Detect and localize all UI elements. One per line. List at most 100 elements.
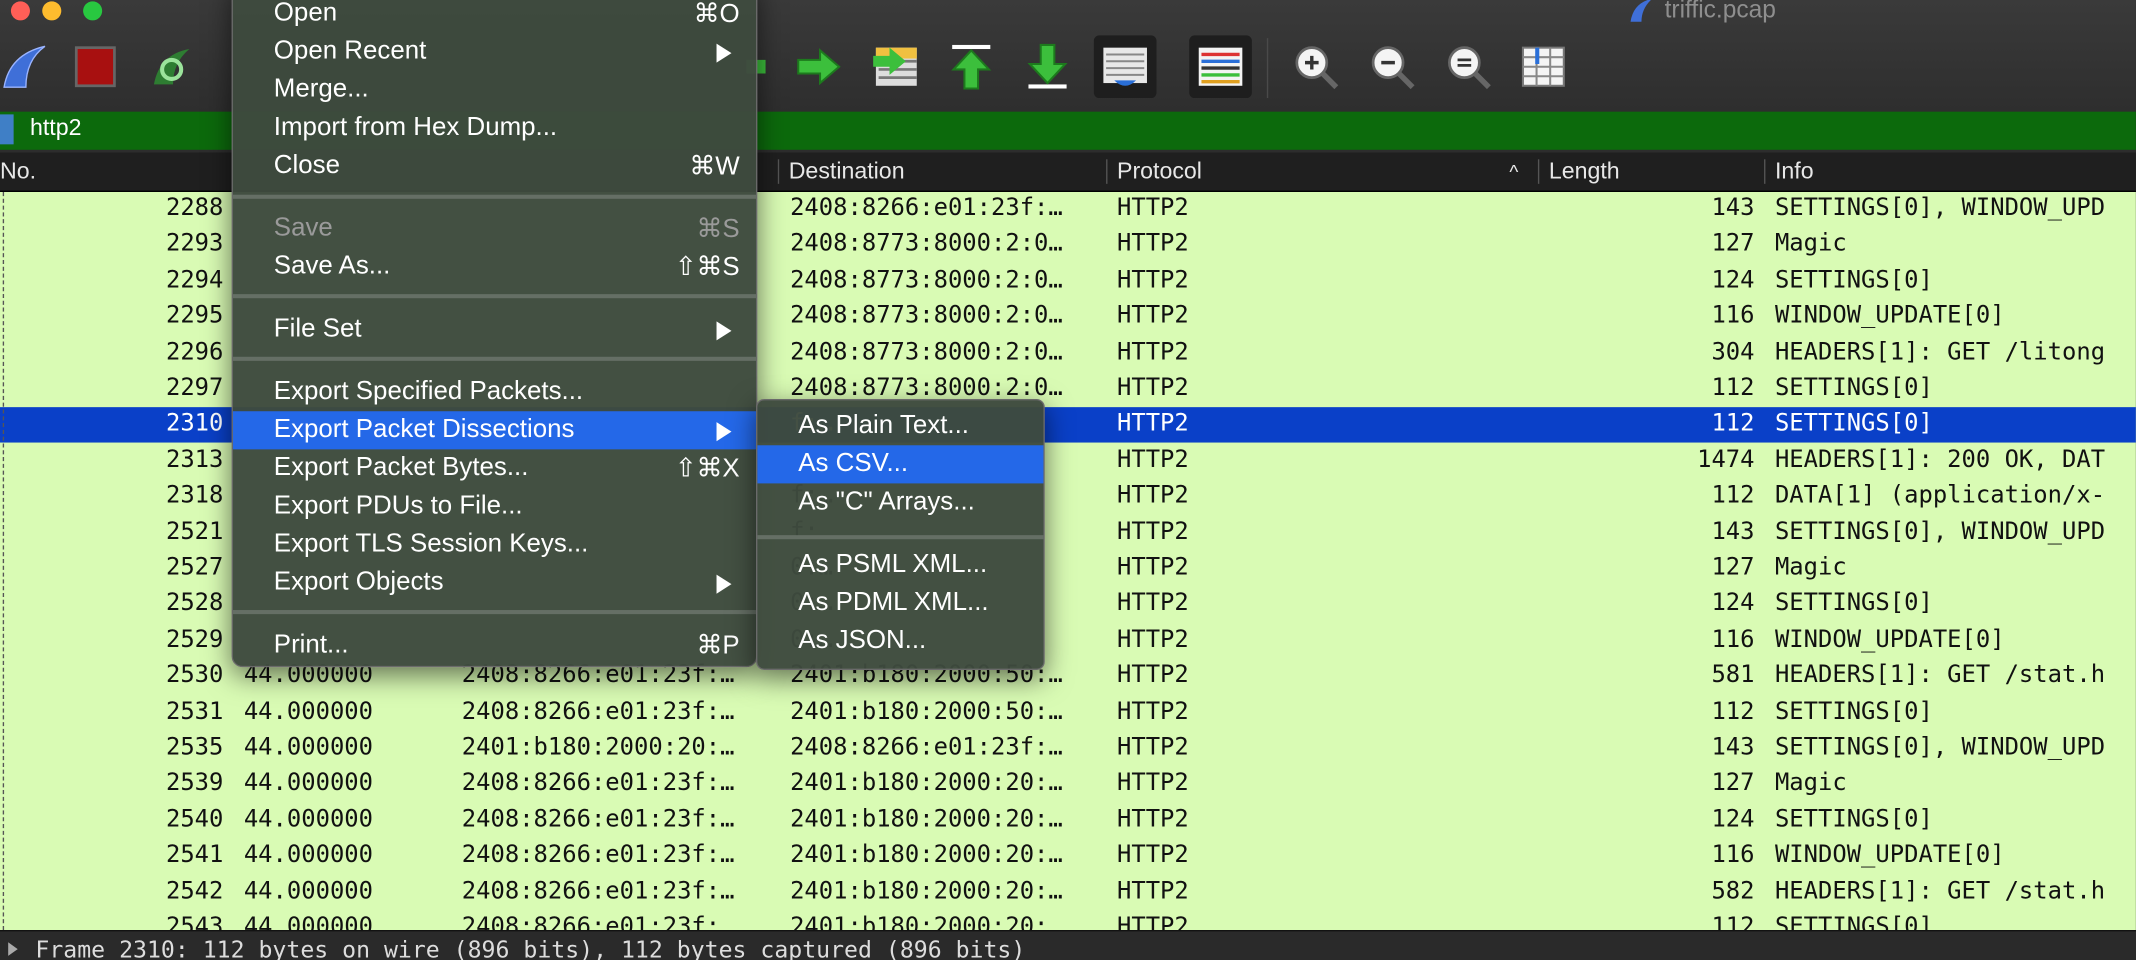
packet-destination: 2408:8773:8000:2:0… [790, 338, 1063, 366]
packet-number: 2295 [165, 302, 224, 330]
column-divider[interactable] [1764, 159, 1766, 184]
column-header-protocol[interactable]: Protocol [1117, 158, 1202, 185]
packet-row[interactable]: 2540 44.000000 2408:8266:e01:23f:… 2401:b18… [0, 803, 2136, 838]
packet-source: 2401:b180:2000:20:… [461, 733, 735, 762]
menu-item-file-set[interactable]: File Set [233, 310, 756, 348]
packet-protocol: HTTP2 [1117, 913, 1189, 931]
column-header-length[interactable]: Length [1549, 158, 1620, 185]
packet-row[interactable]: 2539 44.000000 2408:8266:e01:23f:… 2401:b18… [0, 767, 2136, 802]
packet-number: 2531 [165, 697, 224, 726]
start-capture-button[interactable] [0, 42, 49, 91]
column-divider[interactable] [777, 159, 780, 184]
packet-number: 2288 [165, 194, 224, 222]
packet-length: 304 [1711, 338, 1755, 366]
menu-item-export-tls-session-keys[interactable]: Export TLS Session Keys... [233, 526, 756, 564]
packet-row[interactable]: 2531 44.000000 2408:8266:e01:23f:… 2401:b18… [0, 695, 2136, 730]
column-header-info[interactable]: Info [1775, 158, 1814, 185]
packet-number: 2521 [165, 518, 224, 546]
packet-info: HEADERS[1]: GET /stat.h [1774, 662, 2106, 690]
go-to-packet-button[interactable] [870, 42, 919, 91]
menu-item-import-from-hex-dump[interactable]: Import from Hex Dump... [233, 109, 756, 147]
menu-item-label: Open [273, 0, 338, 28]
packet-protocol: HTTP2 [1117, 626, 1189, 654]
packet-info: HEADERS[1]: 200 OK, DAT [1774, 446, 2106, 474]
packet-protocol: HTTP2 [1117, 662, 1189, 690]
menu-item-close[interactable]: Close ⌘W [233, 147, 756, 185]
column-header-destination[interactable]: Destination [789, 158, 905, 185]
zoom-window-button[interactable] [83, 1, 103, 21]
packet-length: 143 [1711, 194, 1755, 222]
packet-length: 582 [1711, 877, 1755, 905]
menu-item-export-packet-dissections[interactable]: Export Packet Dissections [232, 411, 757, 450]
menu-item-label: Open Recent [273, 36, 427, 66]
packet-number: 2294 [165, 266, 224, 294]
menu-item-label: As PSML XML... [798, 550, 988, 579]
stop-capture-button[interactable] [71, 42, 120, 91]
menu-item-open[interactable]: Open ⌘O [233, 0, 756, 33]
menu-item-label: Export Packet Dissections [273, 415, 575, 444]
zoom-in-button[interactable] [1291, 42, 1340, 91]
menu-item-export-pdus-to-file[interactable]: Export PDUs to File... [233, 487, 756, 525]
go-forward-icon [797, 48, 841, 86]
packet-protocol: HTTP2 [1117, 302, 1189, 330]
menu-item-merge[interactable]: Merge... [233, 71, 756, 109]
packet-details-summary[interactable]: Frame 2310: 112 bytes on wire (896 bits)… [35, 937, 1025, 960]
packet-row[interactable]: 2535 44.000000 2401:b180:2000:20:… 2408:826… [0, 731, 2136, 766]
packet-row[interactable]: 2543 44.000000 2408:8266:e01:23f:… 2401:b18… [0, 911, 2136, 930]
packet-destination: 2401:b180:2000:50:… [790, 697, 1063, 726]
packet-number: 2541 [165, 841, 224, 870]
packet-source: 2408:8266:e01:23f:… [461, 697, 735, 726]
menu-item-export-objects[interactable]: Export Objects [233, 564, 756, 602]
packet-destination: 2401:b180:2000:20:… [790, 913, 1063, 931]
packet-protocol: HTTP2 [1117, 230, 1189, 258]
start-capture-icon [3, 45, 46, 88]
zoom-out-button[interactable] [1368, 42, 1417, 91]
column-header-no[interactable]: No. [0, 158, 36, 185]
packet-number: 2318 [165, 482, 224, 510]
zoom-normal-icon [1448, 46, 1491, 90]
submenu-item-as-plain-text[interactable]: As Plain Text... [757, 407, 1043, 445]
submenu-item-as-csv[interactable]: As CSV... [757, 445, 1044, 484]
colorize-button[interactable] [1189, 35, 1252, 99]
menu-item-save-as[interactable]: Save As... ⇧⌘S [233, 248, 756, 286]
packet-row[interactable]: 2541 44.000000 2408:8266:e01:23f:… 2401:b18… [0, 839, 2136, 874]
restart-capture-icon [153, 49, 190, 85]
submenu-item-as-c-arrays[interactable]: As "C" Arrays... [757, 483, 1043, 521]
resize-columns-button[interactable] [1519, 42, 1568, 91]
close-window-button[interactable] [10, 1, 30, 21]
export-packet-dissections-submenu: As Plain Text... As CSV... As "C" Arrays..… [756, 398, 1045, 670]
packet-number: 2529 [165, 626, 224, 654]
restart-capture-button[interactable] [147, 42, 196, 91]
go-first-button[interactable] [947, 42, 996, 91]
packet-length: 124 [1711, 590, 1755, 618]
packet-length: 112 [1711, 410, 1755, 438]
menu-item-export-specified-packets[interactable]: Export Specified Packets... [233, 373, 756, 411]
column-divider[interactable] [1537, 159, 1540, 184]
packet-source: 2408:8266:e01:23f:… [461, 769, 735, 798]
zoom-out-icon [1371, 46, 1415, 90]
packet-row[interactable]: 2542 44.000000 2408:8266:e01:23f:… 2401:b18… [0, 875, 2136, 910]
submenu-item-as-json[interactable]: As JSON... [757, 622, 1043, 660]
minimize-window-button[interactable] [42, 1, 62, 21]
column-divider[interactable] [1106, 159, 1108, 184]
menu-item-print[interactable]: Print... ⌘P [233, 626, 756, 664]
display-filter-input[interactable]: http2 [30, 114, 82, 141]
expand-triangle-icon[interactable] [8, 942, 18, 956]
autoscroll-button[interactable] [1093, 35, 1157, 99]
submenu-item-as-psml-xml[interactable]: As PSML XML... [757, 546, 1043, 584]
packet-info: HEADERS[1]: GET /litong [1774, 338, 2106, 366]
packet-length: 112 [1711, 913, 1755, 931]
menu-item-label: Export TLS Session Keys... [273, 529, 589, 559]
packet-time: 44.000000 [243, 913, 374, 931]
menu-item-open-recent[interactable]: Open Recent [233, 33, 756, 71]
zoom-normal-button[interactable] [1444, 42, 1493, 91]
packet-number: 2296 [165, 338, 224, 366]
packet-length: 1474 [1697, 446, 1755, 474]
go-forward-button[interactable] [794, 42, 843, 91]
go-last-button[interactable] [1023, 42, 1072, 91]
menu-item-export-packet-bytes[interactable]: Export Packet Bytes... ⇧⌘X [233, 449, 756, 487]
submenu-item-as-pdml-xml[interactable]: As PDML XML... [757, 584, 1043, 622]
bookmark-icon[interactable] [0, 114, 14, 145]
packet-length: 143 [1711, 733, 1755, 762]
window-title: triffic.pcap [1664, 0, 1776, 24]
